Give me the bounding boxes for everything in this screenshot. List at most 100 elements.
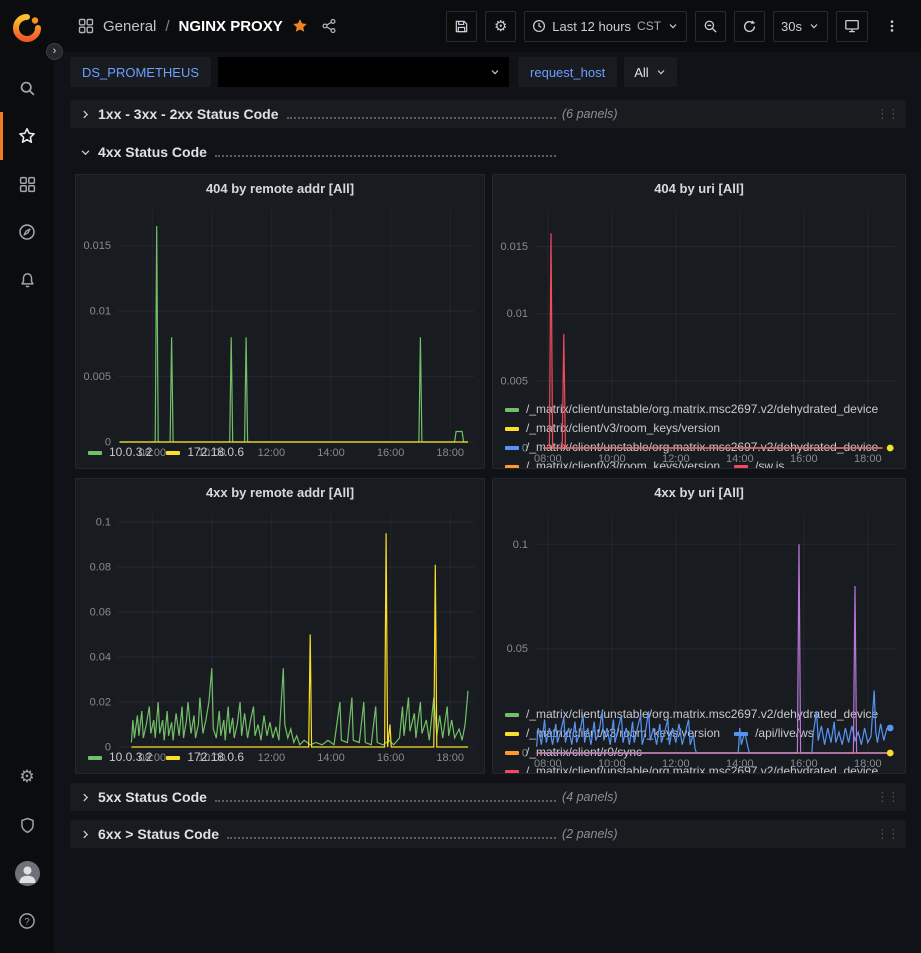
row-1xx-3xx-2xx[interactable]: 1xx - 3xx - 2xx Status Code (6 panels) ⋮… [70, 100, 906, 128]
kebab-menu-button[interactable] [876, 11, 907, 42]
svg-text:0.005: 0.005 [500, 375, 528, 387]
svg-text:0.1: 0.1 [513, 539, 528, 551]
svg-text:10:00: 10:00 [598, 453, 626, 465]
timezone-label: CST [637, 19, 661, 33]
svg-text:14:00: 14:00 [317, 447, 345, 459]
chevron-right-icon [76, 792, 94, 803]
sidebar-item-help[interactable]: ? [0, 897, 54, 945]
row-title: 1xx - 3xx - 2xx Status Code [98, 106, 279, 122]
sidebar-item-starred[interactable] [0, 112, 54, 160]
row-dotted-leader [227, 830, 556, 839]
dashboard-variables-row: DS_PROMETHEUS request_host All [54, 52, 921, 92]
row-dotted-leader [215, 148, 556, 157]
help-icon: ? [18, 912, 36, 930]
save-dashboard-button[interactable] [446, 11, 477, 42]
row-4xx[interactable]: 4xx Status Code [70, 138, 906, 166]
timeseries-chart-4xx-by-remote-addr[interactable]: 00.020.040.060.080.108:0010:0012:0014:00… [76, 505, 484, 746]
search-icon [19, 80, 36, 97]
chevron-down-icon [655, 66, 667, 78]
sidebar-expand-button[interactable]: › [46, 43, 63, 60]
shield-icon [19, 817, 36, 834]
svg-text:08:00: 08:00 [139, 752, 167, 764]
panel-404-by-remote-addr: 404 by remote addr [All] 00.0050.010.015… [75, 174, 485, 469]
svg-text:14:00: 14:00 [726, 453, 754, 465]
svg-text:0.015: 0.015 [500, 241, 528, 253]
refresh-interval-picker[interactable]: 30s [773, 11, 828, 42]
row-title: 6xx > Status Code [98, 826, 219, 842]
timeseries-chart-404-by-uri[interactable]: 00.0050.010.01508:0010:0012:0014:0016:00… [493, 201, 905, 398]
svg-text:12:00: 12:00 [662, 758, 690, 770]
breadcrumb-folder[interactable]: General [103, 18, 156, 35]
row-6xx[interactable]: 6xx > Status Code (2 panels) ⋮⋮ [70, 820, 906, 848]
panel-title[interactable]: 404 by uri [All] [493, 175, 905, 201]
row-panel-count: (2 panels) [562, 827, 618, 841]
svg-text:08:00: 08:00 [534, 758, 562, 770]
svg-text:0.08: 0.08 [90, 562, 111, 574]
refresh-interval-label: 30s [781, 19, 802, 34]
svg-text:16:00: 16:00 [377, 752, 405, 764]
row-drag-handle[interactable]: ⋮⋮ [876, 107, 900, 122]
svg-text:0: 0 [105, 742, 111, 754]
sidebar-item-alerting[interactable] [0, 256, 54, 304]
chevron-right-icon [76, 109, 94, 120]
breadcrumb-dashboard-title[interactable]: NGINX PROXY [179, 18, 283, 35]
svg-text:12:00: 12:00 [662, 453, 690, 465]
timeseries-chart-404-by-remote-addr[interactable]: 00.0050.010.01508:0010:0012:0014:0016:00… [76, 201, 484, 441]
top-navigation-bar: General / NGINX PROXY ⚙ Last 12 hours CS… [54, 0, 921, 52]
breadcrumb: General / NGINX PROXY [78, 18, 337, 35]
grafana-logo[interactable] [9, 10, 45, 46]
row-title: 5xx Status Code [98, 789, 207, 805]
gear-icon: ⚙ [494, 19, 507, 34]
share-button[interactable] [321, 18, 337, 34]
tv-mode-button[interactable] [836, 11, 868, 42]
time-range-picker[interactable]: Last 12 hours CST [524, 11, 687, 42]
svg-text:?: ? [24, 916, 29, 927]
chevron-down-icon [76, 147, 94, 158]
svg-text:18:00: 18:00 [854, 453, 882, 465]
variable-request-host-label[interactable]: request_host [518, 57, 617, 87]
share-icon [321, 18, 337, 34]
compass-icon [18, 223, 36, 241]
chevron-down-icon [667, 20, 679, 32]
favorite-star-icon[interactable] [292, 18, 308, 34]
dashboard-scroll-area[interactable]: 1xx - 3xx - 2xx Status Code (6 panels) ⋮… [54, 92, 921, 953]
panel-title[interactable]: 404 by remote addr [All] [76, 175, 484, 201]
refresh-dashboard-button[interactable] [734, 11, 765, 42]
panel-title[interactable]: 4xx by uri [All] [493, 479, 905, 505]
variable-ds-prometheus-label[interactable]: DS_PROMETHEUS [70, 57, 211, 87]
kebab-icon [885, 18, 899, 34]
sidebar-item-configuration[interactable]: ⚙ [0, 753, 54, 801]
sidebar-item-profile[interactable] [0, 849, 54, 897]
clock-icon [532, 19, 546, 33]
svg-text:0.05: 0.05 [507, 643, 528, 655]
zoom-out-time-button[interactable] [695, 11, 726, 42]
panel-4xx-by-uri: 4xx by uri [All] 00.050.108:0010:0012:00… [492, 478, 906, 774]
svg-text:0.04: 0.04 [90, 652, 111, 664]
breadcrumb-separator: / [165, 18, 169, 35]
sidebar-item-server-admin[interactable] [0, 801, 54, 849]
row-drag-handle[interactable]: ⋮⋮ [876, 827, 900, 842]
variable-request-host-select[interactable]: All [624, 57, 676, 87]
row-panel-count: (6 panels) [562, 107, 618, 121]
row-5xx[interactable]: 5xx Status Code (4 panels) ⋮⋮ [70, 783, 906, 811]
refresh-icon [742, 19, 757, 34]
panel-title[interactable]: 4xx by remote addr [All] [76, 479, 484, 505]
star-icon [18, 127, 36, 145]
gear-icon: ⚙ [19, 769, 34, 786]
sidebar-item-dashboards[interactable] [0, 160, 54, 208]
timeseries-chart-4xx-by-uri[interactable]: 00.050.108:0010:0012:0014:0016:0018:00 [493, 505, 905, 703]
sidebar-item-explore[interactable] [0, 208, 54, 256]
row-drag-handle[interactable]: ⋮⋮ [876, 790, 900, 805]
monitor-icon [844, 18, 860, 34]
user-icon [15, 861, 40, 886]
dashboard-apps-icon[interactable] [78, 18, 94, 34]
variable-host-select[interactable] [218, 57, 509, 87]
svg-text:08:00: 08:00 [534, 453, 562, 465]
row-panel-count: (4 panels) [562, 790, 618, 804]
svg-text:0.005: 0.005 [83, 371, 111, 383]
dashboard-settings-button[interactable]: ⚙ [485, 11, 516, 42]
sidebar-item-search[interactable] [0, 64, 54, 112]
apps-icon [78, 18, 94, 34]
svg-text:10:00: 10:00 [198, 447, 226, 459]
zoom-out-icon [703, 19, 718, 34]
